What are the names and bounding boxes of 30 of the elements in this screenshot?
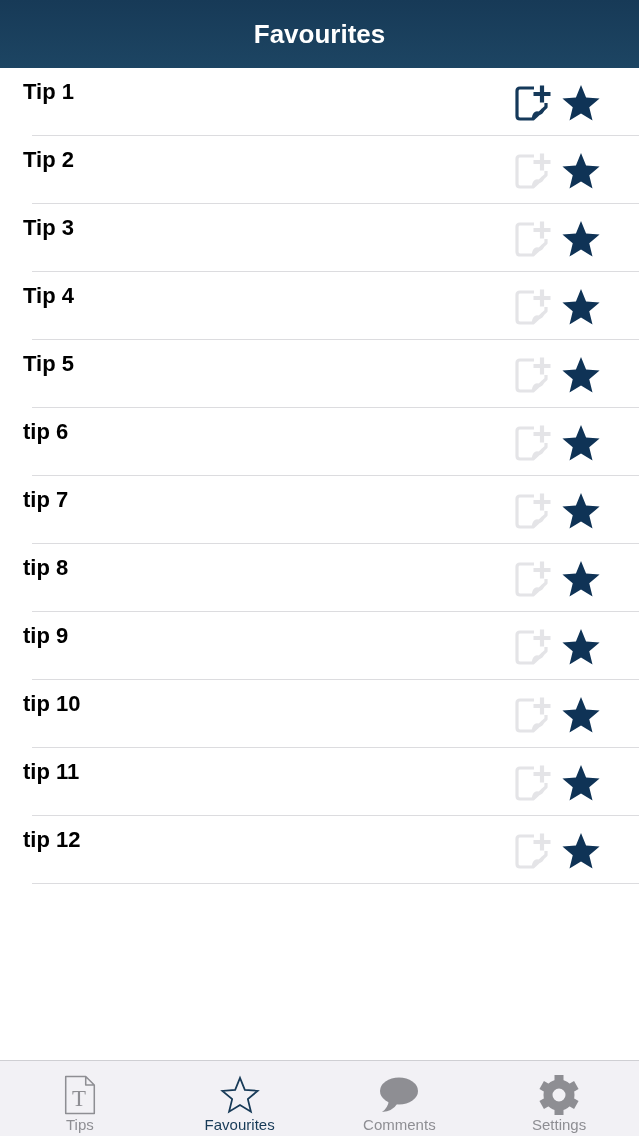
star-icon[interactable] — [561, 287, 601, 327]
star-icon[interactable] — [561, 83, 601, 123]
tip-title[interactable]: tip 12 — [23, 827, 81, 853]
speech-bubble-icon — [379, 1075, 420, 1115]
star-icon[interactable] — [561, 763, 601, 803]
settings-icon — [539, 1075, 580, 1115]
star-icon[interactable] — [561, 355, 601, 395]
tab-bar-item[interactable]: Favourites — [159, 1061, 320, 1136]
tip-title[interactable]: tip 7 — [23, 487, 69, 513]
tip-title[interactable]: Tip 5 — [23, 351, 74, 377]
screen-title: Favourites — [253, 18, 386, 50]
star-icon[interactable] — [561, 491, 601, 531]
star-icon[interactable] — [561, 831, 601, 871]
tip-title[interactable]: tip 8 — [23, 555, 69, 581]
tip-title[interactable]: Tip 4 — [23, 283, 74, 309]
star-icon — [219, 1075, 260, 1115]
star-icon[interactable] — [561, 151, 601, 191]
add-note-icon[interactable] — [513, 83, 553, 123]
tip-title[interactable]: tip 9 — [23, 623, 69, 649]
tip-title[interactable]: Tip 2 — [23, 147, 74, 173]
tip-title[interactable]: Tip 3 — [23, 215, 74, 241]
tip-title[interactable]: tip 6 — [23, 419, 69, 445]
tip-title[interactable]: tip 10 — [23, 691, 81, 717]
star-icon[interactable] — [561, 219, 601, 259]
star-icon[interactable] — [561, 627, 601, 667]
star-icon[interactable] — [561, 695, 601, 735]
tip-title[interactable]: Tip 1 — [23, 79, 74, 105]
tip-title[interactable]: tip 11 — [23, 759, 80, 785]
star-icon[interactable] — [561, 423, 601, 463]
star-icon[interactable] — [561, 559, 601, 599]
